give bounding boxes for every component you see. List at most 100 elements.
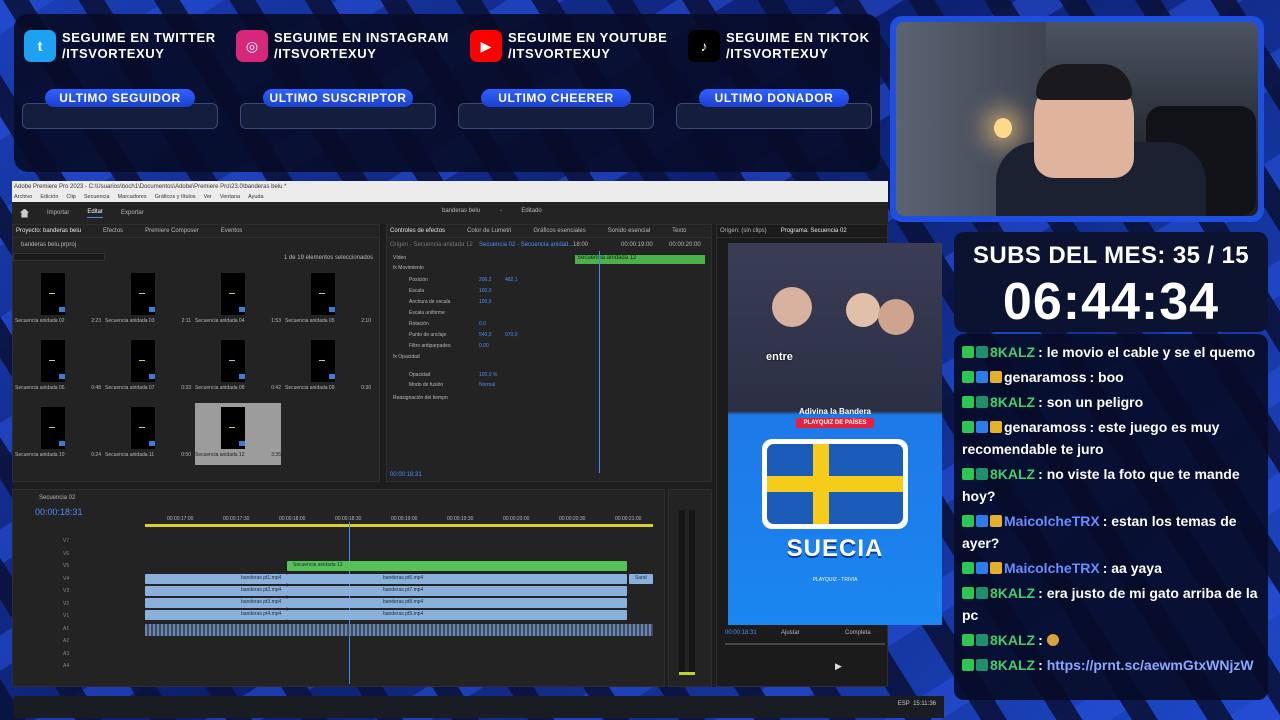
effect-value[interactable]: 540,0 <box>479 332 492 338</box>
chat-username[interactable]: MaicolcheTRX <box>1004 560 1100 576</box>
menu-item-6[interactable]: Ver <box>204 193 212 202</box>
timeline-clip[interactable]: banderas pt5.mp4 <box>287 610 627 620</box>
tab-effects[interactable]: Efectos <box>103 228 123 234</box>
taskbar-lang[interactable]: ESP <box>898 701 910 707</box>
effect-value[interactable]: Normal <box>479 382 495 388</box>
menu-item-7[interactable]: Ventana <box>220 193 240 202</box>
track-label[interactable]: A3 <box>63 651 69 657</box>
timeline-clip[interactable]: banderas pt4.mp4 <box>145 610 287 620</box>
social-link-1[interactable]: ◎ SEGUIME EN INSTAGRAM/ITSVORTEXUY <box>236 30 449 62</box>
effect-param[interactable]: Modo de fusión <box>409 382 443 388</box>
track-label[interactable]: V3 <box>63 588 69 594</box>
audio-waveform[interactable] <box>145 624 653 636</box>
effect-param[interactable]: fx Movimiento <box>393 265 424 271</box>
project-clip[interactable]: Secuencia anidada 08 0:42 <box>195 336 281 398</box>
timeline-clip[interactable]: banderas pt8.mp4 <box>287 598 627 608</box>
timeline-clip[interactable]: banderas pt1.mp4 <box>145 574 287 584</box>
effect-value[interactable]: 206,2 <box>479 277 492 283</box>
tab-essential-graphics[interactable]: Gráficos esenciales <box>533 228 585 234</box>
chat-username[interactable]: 8KALZ <box>990 632 1035 648</box>
effect-param[interactable]: Rotación <box>409 321 429 327</box>
tab-effect-controls[interactable]: Controles de efectos <box>390 228 445 234</box>
monitor-quality-select[interactable]: Completa <box>845 630 871 636</box>
timeline-tab[interactable]: Secuencia 02 <box>39 495 75 501</box>
home-icon[interactable] <box>20 208 29 218</box>
effect-value[interactable]: 0,00 <box>479 343 489 349</box>
timeline-clip[interactable]: banderas pt6.mp4 <box>287 574 627 584</box>
social-link-0[interactable]: t SEGUIME EN TWITTER/ITSVORTEXUY <box>24 30 216 62</box>
track-label[interactable]: A2 <box>63 638 69 644</box>
tab-edit[interactable]: Editar <box>87 209 104 218</box>
play-icon[interactable]: ▶ <box>835 661 842 672</box>
tab-export[interactable]: Exportar <box>121 210 144 216</box>
chat-link[interactable]: https://prnt.sc/aewmGtxWNjzW <box>1047 657 1254 673</box>
effect-value[interactable]: 0,0 <box>479 321 486 327</box>
menu-item-8[interactable]: Ayuda <box>248 193 264 202</box>
chat-username[interactable]: genaramoss <box>1004 369 1086 385</box>
chat-username[interactable]: 8KALZ <box>990 466 1035 482</box>
track-label[interactable]: V5 <box>63 563 69 569</box>
effect-value[interactable]: 100,0 <box>479 288 492 294</box>
taskbar-clock[interactable]: 15:11:36 <box>913 701 936 707</box>
tab-import[interactable]: Importar <box>47 210 69 216</box>
menu-item-2[interactable]: Clip <box>66 193 75 202</box>
social-link-3[interactable]: ♪ SEGUIME EN TIKTOK/ITSVORTEXUY <box>688 30 870 62</box>
menu-item-0[interactable]: Archivo <box>14 193 32 202</box>
track-label[interactable]: V2 <box>63 601 69 607</box>
effect-value-2[interactable]: 970,0 <box>505 332 518 338</box>
project-clip[interactable]: Secuencia anidada 12 3:35 <box>195 403 281 465</box>
social-link-2[interactable]: ▶ SEGUIME EN YOUTUBE/ITSVORTEXUY <box>470 30 667 62</box>
timeline-clip[interactable]: banderas pt7.mp4 <box>287 586 627 596</box>
tab-project[interactable]: Proyecto: banderas belu <box>16 228 81 234</box>
project-search-input[interactable] <box>13 253 105 261</box>
project-clip[interactable]: Secuencia anidada 07 0:33 <box>105 336 191 398</box>
effect-value[interactable]: 100,0 <box>479 299 492 305</box>
menu-item-4[interactable]: Marcadores <box>118 193 147 202</box>
tab-source[interactable]: Origen: (sin clips) <box>720 228 767 234</box>
menu-item-5[interactable]: Gráficos y títulos <box>155 193 196 202</box>
menu-item-1[interactable]: Edición <box>40 193 58 202</box>
chat-username[interactable]: genaramoss <box>1004 419 1086 435</box>
project-clip[interactable]: Secuencia anidada 04 1:53 <box>195 269 281 331</box>
track-label[interactable]: A1 <box>63 626 69 632</box>
project-clip[interactable]: Secuencia anidada 06 0:48 <box>15 336 101 398</box>
effect-param[interactable]: Vídeo <box>393 255 406 261</box>
tab-text[interactable]: Texto <box>672 228 686 234</box>
track-label[interactable]: V7 <box>63 538 69 544</box>
chat-username[interactable]: 8KALZ <box>990 344 1035 360</box>
project-clip[interactable]: Secuencia anidada 11 0:50 <box>105 403 191 465</box>
project-clip[interactable]: Secuencia anidada 09 0:30 <box>285 336 371 398</box>
monitor-fit-select[interactable]: Ajustar <box>781 630 800 636</box>
effect-param[interactable]: Escala <box>409 288 424 294</box>
effect-param[interactable]: Filtro antiparpadeo <box>409 343 451 349</box>
effect-param[interactable]: Posición <box>409 277 428 283</box>
menu-item-3[interactable]: Secuencia <box>84 193 110 202</box>
monitor-scrubber[interactable] <box>725 643 885 645</box>
track-label[interactable]: V4 <box>63 576 69 582</box>
project-clip[interactable]: Secuencia anidada 10 0:24 <box>15 403 101 465</box>
tab-program[interactable]: Programa: Secuencia 02 <box>781 228 847 234</box>
effect-value[interactable]: 100,0 % <box>479 372 497 378</box>
timeline-clip[interactable]: Sand <box>629 574 653 584</box>
effect-param[interactable]: Opacidad <box>409 372 430 378</box>
timeline-clip[interactable]: banderas pt3.mp4 <box>145 598 287 608</box>
effect-param[interactable]: Anchura de escala <box>409 299 450 305</box>
chat-username[interactable]: 8KALZ <box>990 585 1035 601</box>
track-label[interactable]: V6 <box>63 551 69 557</box>
project-clip[interactable]: Secuencia anidada 02 2:23 <box>15 269 101 331</box>
effect-param[interactable]: fx Opacidad <box>393 354 420 360</box>
tab-premiere-composer[interactable]: Premiere Composer <box>145 228 199 234</box>
tab-lumetri[interactable]: Color de Lumetri <box>467 228 511 234</box>
tab-essential-sound[interactable]: Sonido esencial <box>608 228 650 234</box>
effects-sequence[interactable]: Secuencia 02 - Secuencia anidad... <box>479 242 573 248</box>
timeline-ruler-bar[interactable] <box>145 524 653 527</box>
tab-events[interactable]: Eventos <box>221 228 243 234</box>
timeline-clip[interactable]: Secuencia anidada 12 <box>287 561 627 571</box>
effect-param[interactable]: Reasignación del tiempo <box>393 395 448 401</box>
chat-username[interactable]: MaicolcheTRX <box>1004 513 1100 529</box>
effect-param[interactable]: Punto de anclaje <box>409 332 446 338</box>
timeline-clip[interactable]: banderas pt2.mp4 <box>145 586 287 596</box>
project-clip[interactable]: Secuencia anidada 05 2:10 <box>285 269 371 331</box>
track-label[interactable]: V1 <box>63 613 69 619</box>
timeline-timecode[interactable]: 00:00:18:31 <box>35 507 83 517</box>
